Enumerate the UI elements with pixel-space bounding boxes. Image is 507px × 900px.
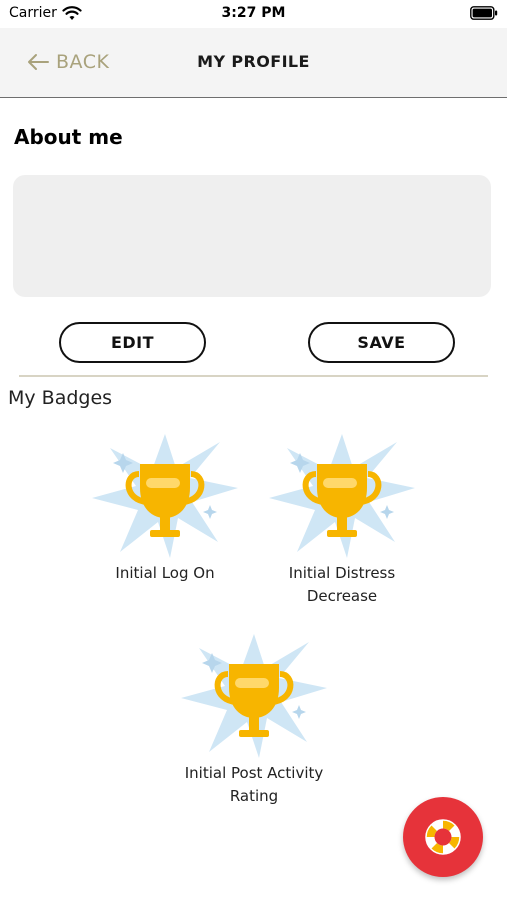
badge-label: Initial Log On [115, 564, 215, 582]
badges-heading: My Badges [8, 387, 113, 409]
about-heading: About me [14, 125, 123, 149]
badge-item: Initial Post Activity Rating [174, 630, 334, 808]
badge-label-line-2: Rating [229, 787, 279, 805]
status-bar: Carrier 3:27 PM [0, 0, 507, 28]
lifebuoy-icon [425, 819, 461, 855]
edit-button[interactable]: EDIT [59, 322, 206, 363]
save-button[interactable]: SAVE [308, 322, 455, 363]
badge-label-line-1: Initial Post Activity [184, 764, 324, 782]
badge-item: Initial Log On [85, 430, 245, 585]
divider [19, 375, 488, 377]
nav-bar: BACK MY PROFILE [0, 28, 507, 98]
badge-label-line-1: Initial Distress [288, 564, 396, 582]
page-title: MY PROFILE [197, 52, 310, 71]
help-fab-button[interactable] [403, 797, 483, 877]
about-me-field[interactable] [13, 175, 491, 297]
badge-item: Initial Distress Decrease [262, 430, 422, 608]
battery-icon [470, 6, 498, 20]
status-time: 3:27 PM [221, 5, 286, 21]
trophy-icon [181, 634, 327, 758]
trophy-icon [269, 434, 415, 558]
trophy-icon [92, 434, 238, 558]
badge-label-line-2: Decrease [306, 587, 378, 605]
